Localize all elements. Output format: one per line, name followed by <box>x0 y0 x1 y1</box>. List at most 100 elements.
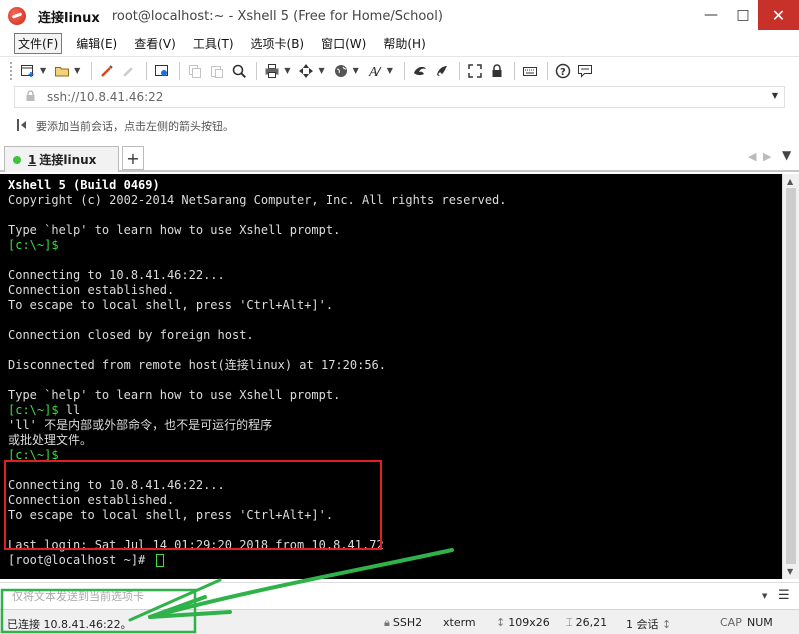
terminal-text: [root@localhost ~]# <box>8 553 153 567</box>
xshell-logo-icon[interactable] <box>8 7 26 25</box>
terminal-text: Xshell 5 (Build 0469) <box>8 178 160 192</box>
transfer-dropdown-icon[interactable]: ▼ <box>318 66 324 75</box>
terminal-text: 或批处理文件。 <box>8 433 93 447</box>
window-title: root@localhost:~ - Xshell 5 (Free for Ho… <box>111 8 443 24</box>
tab-prev-icon[interactable]: ◀ <box>748 150 756 163</box>
maximize-button[interactable]: □ <box>728 0 758 30</box>
status-bar: 已连接 10.8.41.46:22。 🔒︎ SSH2 xterm ↕ 109x26 … <box>0 609 799 634</box>
tab-session[interactable]: 1 连接linux <box>4 146 119 172</box>
menu-edit[interactable]: 编辑(E) <box>73 34 120 53</box>
menu-window[interactable]: 窗口(W) <box>318 34 369 53</box>
menu-tools[interactable]: 工具(T) <box>190 34 237 53</box>
terminal-line: To escape to local shell, press 'Ctrl+Al… <box>8 298 782 313</box>
keyboard-icon[interactable] <box>520 60 540 82</box>
highlight-annotation <box>4 460 382 550</box>
paste-icon[interactable] <box>207 60 227 82</box>
terminal-text: ll <box>58 403 81 417</box>
toolbar-grip[interactable] <box>10 61 13 80</box>
svg-text:A: A <box>368 65 378 79</box>
add-tab-button[interactable]: + <box>122 146 144 170</box>
globe-dropdown-icon[interactable]: ▼ <box>353 66 359 75</box>
globe-icon[interactable] <box>331 60 351 82</box>
terminal-line: [root@localhost ~]# <box>8 553 782 568</box>
terminal-text: 'll' 不是内部或外部命令，也不是可运行的程序 <box>8 418 273 432</box>
open-folder-icon[interactable] <box>52 60 72 82</box>
font-dropdown-icon[interactable]: ▼ <box>387 66 393 75</box>
terminal-text: Connection closed by foreign host. <box>8 328 254 342</box>
add-session-arrow-icon[interactable] <box>16 118 30 135</box>
status-size: ↕ 109x26 <box>496 616 550 629</box>
terminal-line: Connection established. <box>8 283 782 298</box>
help-icon[interactable]: ? <box>553 60 573 82</box>
compose-dropdown-icon[interactable]: ▼ <box>762 592 767 600</box>
print-dropdown-icon[interactable]: ▼ <box>284 66 290 75</box>
xmanager-icon[interactable] <box>432 60 452 82</box>
tab-next-icon[interactable]: ▶ <box>763 150 771 163</box>
menu-tab[interactable]: 选项卡(B) <box>248 34 308 53</box>
svg-text:?: ? <box>560 67 566 78</box>
terminal-scrollbar[interactable]: ▲ ▼ <box>782 174 799 579</box>
toolbar-separator <box>403 61 405 80</box>
new-session-icon[interactable] <box>18 60 38 82</box>
toolbar-separator <box>256 61 258 80</box>
new-session-dropdown-icon[interactable]: ▼ <box>40 66 46 75</box>
print-icon[interactable] <box>262 60 282 82</box>
compose-menu-icon[interactable]: ☰ <box>778 588 790 603</box>
cursor-icon: ⌶ <box>566 616 573 629</box>
scroll-up-icon[interactable]: ▲ <box>787 177 793 186</box>
terminal-text: Type `help' to learn how to use Xshell p… <box>8 388 341 402</box>
compose-bar[interactable]: 仅将文本发送到当前选项卡 ▼ ☰ <box>0 582 799 608</box>
chat-icon[interactable] <box>575 60 595 82</box>
xftp-icon[interactable] <box>410 60 430 82</box>
transfer-icon[interactable] <box>296 60 316 82</box>
close-button[interactable]: ✕ <box>758 0 799 30</box>
toolbar-separator <box>91 61 93 80</box>
terminal-text: Type `help' to learn how to use Xshell p… <box>8 223 341 237</box>
toolbar-separator <box>146 61 148 80</box>
font-icon[interactable]: A <box>365 60 385 82</box>
status-sessions: 1 会话 ↕ <box>626 618 672 631</box>
toolbar-separator <box>513 61 515 80</box>
terminal-text: Disconnected from remote host(连接linux) a… <box>8 358 387 372</box>
hint-text: 要添加当前会话，点击左侧的箭头按钮。 <box>36 120 234 133</box>
window-title-session: 连接linux <box>38 10 100 26</box>
tab-list-icon[interactable]: ▼ <box>782 148 791 162</box>
scroll-down-icon[interactable]: ▼ <box>787 567 793 576</box>
toolbar-separator <box>179 61 181 80</box>
status-caps: CAP <box>720 616 742 629</box>
menu-view[interactable]: 查看(V) <box>131 34 179 53</box>
compose-input[interactable]: 仅将文本发送到当前选项卡 <box>12 588 144 604</box>
fullscreen-icon[interactable] <box>465 60 485 82</box>
menu-file[interactable]: 文件(F) <box>14 32 63 54</box>
toolbar-separator <box>458 61 460 80</box>
address-bar[interactable]: ssh://10.8.41.46:22 ▼ <box>14 86 785 108</box>
menu-help[interactable]: 帮助(H) <box>380 34 428 53</box>
minimize-button[interactable]: — <box>696 0 726 30</box>
terminal-text: To escape to local shell, press 'Ctrl+Al… <box>8 298 334 312</box>
reconnect-icon[interactable] <box>97 60 117 82</box>
lock-icon[interactable] <box>487 60 507 82</box>
session-hint-bar: 要添加当前会话，点击左侧的箭头按钮。 <box>0 114 799 138</box>
copy-icon[interactable] <box>185 60 205 82</box>
sessions-dropdown-icon[interactable]: ↕ <box>662 618 671 631</box>
disconnect-icon[interactable] <box>119 60 139 82</box>
terminal-text: Copyright (c) 2002-2014 NetSarang Comput… <box>8 193 507 207</box>
terminal-line: 或批处理文件。 <box>8 433 782 448</box>
lock-icon: 🔒︎ <box>384 616 390 629</box>
terminal-line: Connection closed by foreign host. <box>8 328 782 343</box>
scrollbar-thumb[interactable] <box>786 188 796 564</box>
address-dropdown-icon[interactable]: ▼ <box>772 91 778 100</box>
open-dropdown-icon[interactable]: ▼ <box>74 66 80 75</box>
terminal-line: [c:\~]$ ll <box>8 403 782 418</box>
terminal-line: [c:\~]$ <box>8 238 782 253</box>
properties-icon[interactable] <box>152 60 172 82</box>
address-input[interactable]: ssh://10.8.41.46:22 <box>47 90 163 104</box>
status-terminal-type: xterm <box>443 616 476 629</box>
terminal-line: Xshell 5 (Build 0469) <box>8 178 782 193</box>
terminal-line: Type `help' to learn how to use Xshell p… <box>8 388 782 403</box>
find-icon[interactable] <box>229 60 249 82</box>
